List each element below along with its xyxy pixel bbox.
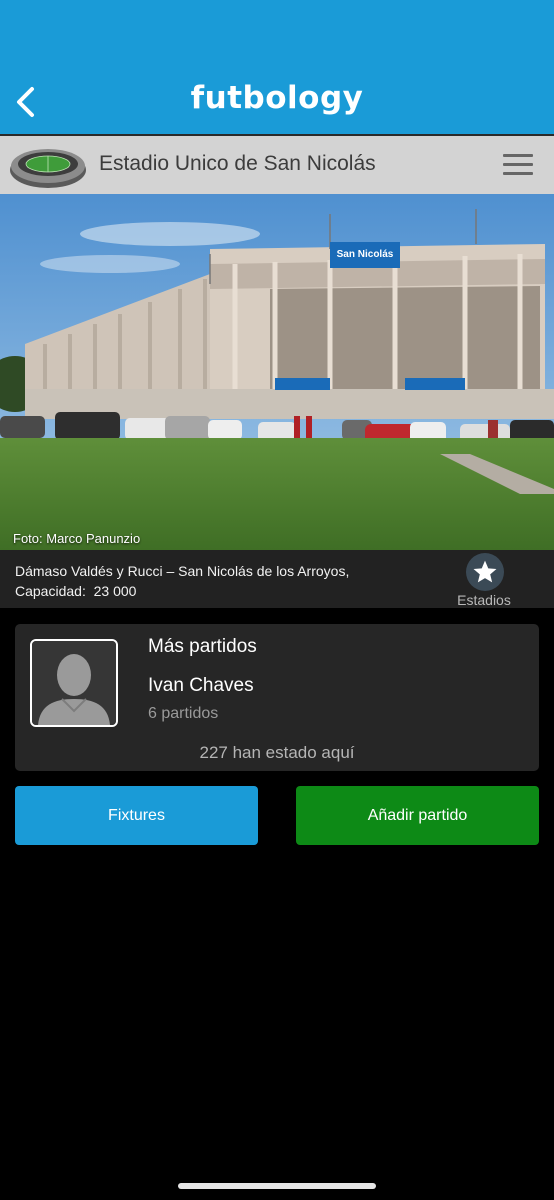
add-match-button[interactable]: Añadir partido (296, 786, 539, 845)
visitors-count: 227 han estado aquí (199, 743, 355, 762)
capacity-value: 23 000 (93, 583, 137, 599)
stadium-icon (10, 149, 86, 188)
more-matches-title: Más partidos (148, 636, 257, 657)
stadium-header: Estadio Unico de San Nicolás (0, 134, 554, 194)
app-logo: futbology (190, 80, 364, 116)
stadium-sign: San Nicolás (337, 249, 394, 260)
photo-credit: Foto: Marco Panunzio (13, 531, 141, 546)
favorite-stadium-button[interactable] (466, 553, 504, 591)
star-icon (473, 560, 497, 583)
user-name: Ivan Chaves (148, 675, 254, 696)
stadium-address: Dámaso Valdés y Rucci – San Nicolás de l… (15, 563, 350, 579)
stadium-info-bar: Dámaso Valdés y Rucci – San Nicolás de l… (0, 550, 554, 608)
favorite-label: Estadios (457, 592, 511, 608)
app-header: futbology (0, 0, 554, 134)
hamburger-menu-icon (503, 154, 533, 157)
menu-button[interactable] (500, 150, 536, 182)
home-indicator[interactable] (178, 1183, 376, 1189)
user-placeholder-icon (32, 641, 116, 725)
stadium-capacity: Capacidad: 23 000 (15, 583, 136, 599)
stadium-name: Estadio Unico de San Nicolás (99, 152, 376, 175)
match-count: 6 partidos (148, 705, 219, 722)
more-matches-card[interactable]: Más partidos Ivan Chaves 6 partidos 227 … (15, 624, 539, 771)
fixtures-button[interactable]: Fixtures (15, 786, 258, 845)
avatar[interactable] (30, 639, 118, 727)
stadium-photo: San Nicolás Foto: Marco Panunzio (0, 194, 554, 550)
capacity-label: Capacidad: (15, 583, 86, 599)
